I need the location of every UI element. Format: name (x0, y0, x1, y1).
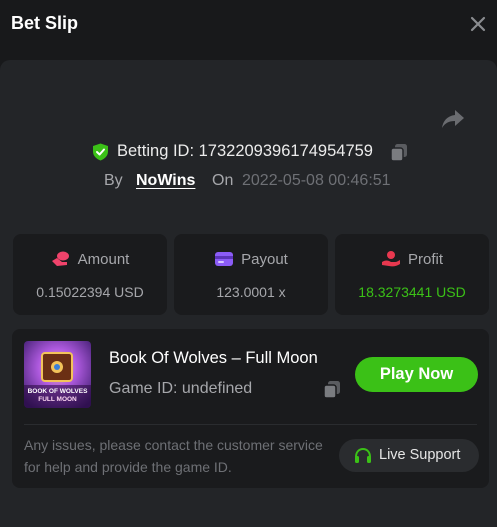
copy-game-id-icon[interactable] (323, 380, 341, 399)
share-icon[interactable] (441, 108, 465, 130)
profit-value: 18.3273441 USD (358, 284, 466, 300)
profit-card: Profit 18.3273441 USD (335, 234, 489, 315)
close-icon[interactable] (470, 16, 486, 32)
play-now-button[interactable]: Play Now (355, 357, 478, 392)
divider (24, 424, 477, 425)
hand-coin-icon (381, 251, 400, 267)
on-label: On (212, 172, 234, 189)
coin-icon (51, 251, 69, 266)
profit-label: Profit (407, 251, 443, 268)
verified-shield-icon (93, 143, 108, 161)
amount-label: Amount (77, 251, 130, 268)
bet-slip-header: Bet Slip (0, 0, 497, 52)
game-name: Book Of Wolves – Full Moon (109, 349, 318, 367)
betting-id: Betting ID: 1732209396174954759 (117, 142, 373, 160)
game-info-box: BOOK OF WOLVES FULL MOON Book Of Wolves … (12, 329, 489, 488)
payout-card: Payout 123.0001 x (174, 234, 328, 315)
betting-id-row: Betting ID: 1732209396174954759 (0, 141, 497, 163)
thumb-title-line1: BOOK OF WOLVES (28, 388, 88, 395)
amount-value: 0.15022394 USD (36, 284, 144, 300)
payout-label: Payout (241, 251, 288, 268)
headset-icon (355, 447, 371, 463)
game-id: Game ID: undefined (109, 380, 253, 397)
user-link[interactable]: NoWins (136, 172, 195, 190)
game-thumbnail[interactable]: BOOK OF WOLVES FULL MOON (24, 341, 91, 408)
bet-owner-row: By NoWins On 2022-05-08 00:46:51 (0, 170, 497, 192)
amount-card: Amount 0.15022394 USD (13, 234, 167, 315)
by-label: By (104, 172, 123, 189)
payout-value: 123.0001 x (216, 284, 286, 300)
page-title: Bet Slip (11, 13, 79, 33)
live-support-label: Live Support (379, 447, 461, 463)
live-support-button[interactable]: Live Support (339, 439, 479, 472)
card-icon (215, 252, 234, 266)
thumb-title-line2: FULL MOON (38, 396, 77, 403)
help-text: Any issues, please contact the customer … (24, 437, 323, 475)
bet-datetime: 2022-05-08 00:46:51 (242, 172, 391, 189)
copy-betting-id-icon[interactable] (390, 143, 408, 162)
